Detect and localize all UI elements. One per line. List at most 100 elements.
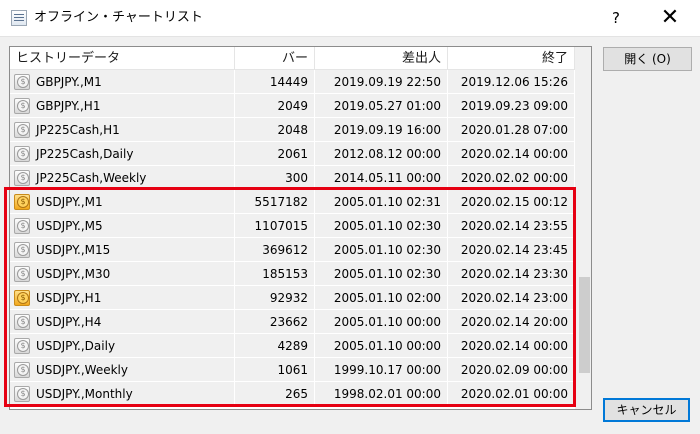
- row-symbol: USDJPY.,Daily: [36, 339, 116, 353]
- row-to: 2020.02.14 00:00: [448, 142, 575, 166]
- table-row[interactable]: GBPJPY.,M1 144492019.09.19 22:502019.12.0…: [10, 70, 575, 94]
- table-row[interactable]: USDJPY.,Daily 42892005.01.10 00:002020.02…: [10, 334, 575, 358]
- chart-icon: [14, 98, 30, 114]
- column-header-to[interactable]: 終了: [448, 47, 575, 70]
- chart-icon: [14, 314, 30, 330]
- row-from: 2005.01.10 00:00: [315, 334, 448, 358]
- row-bars: 2048: [235, 118, 315, 142]
- row-to: 2020.02.14 20:00: [448, 310, 575, 334]
- chart-icon: [14, 338, 30, 354]
- row-symbol-cell: USDJPY.,Daily: [10, 334, 235, 358]
- row-to: 2019.09.23 09:00: [448, 94, 575, 118]
- row-symbol-cell: JP225Cash,H1: [10, 118, 235, 142]
- row-from: 2019.09.19 16:00: [315, 118, 448, 142]
- table-row[interactable]: USDJPY.,M5 11070152005.01.10 02:302020.02…: [10, 214, 575, 238]
- row-to: 2020.01.28 07:00: [448, 118, 575, 142]
- row-symbol-cell: JP225Cash,Daily: [10, 142, 235, 166]
- row-from: 2019.05.27 01:00: [315, 94, 448, 118]
- row-from: 2005.01.10 00:00: [315, 310, 448, 334]
- table-row[interactable]: USDJPY.,H1 929322005.01.10 02:002020.02.1…: [10, 286, 575, 310]
- row-bars: 92932: [235, 286, 315, 310]
- chart-icon: [14, 74, 30, 90]
- window-title: オフライン・チャートリスト: [34, 10, 203, 25]
- row-symbol: USDJPY.,H1: [36, 291, 102, 305]
- close-button[interactable]: ✕: [652, 3, 688, 33]
- row-to: 2020.02.01 00:00: [448, 382, 575, 406]
- title-bar: オフライン・チャートリスト ? ✕: [0, 0, 700, 36]
- row-to: 2020.02.09 00:00: [448, 358, 575, 382]
- window-app-icon: [11, 10, 27, 26]
- row-symbol-cell: GBPJPY.,H1: [10, 94, 235, 118]
- chart-icon: [14, 146, 30, 162]
- row-from: 2019.09.19 22:50: [315, 70, 448, 94]
- row-symbol: USDJPY.,M5: [36, 219, 103, 233]
- table-row[interactable]: GBPJPY.,H1 20492019.05.27 01:002019.09.23…: [10, 94, 575, 118]
- row-symbol: USDJPY.,Weekly: [36, 363, 128, 377]
- gold-chart-icon: [14, 290, 30, 306]
- row-bars: 369612: [235, 238, 315, 262]
- row-to: 2020.02.02 00:00: [448, 166, 575, 190]
- row-bars: 300: [235, 166, 315, 190]
- table-row[interactable]: USDJPY.,M1 55171822005.01.10 02:312020.02…: [10, 190, 575, 214]
- row-symbol-cell: USDJPY.,M30: [10, 262, 235, 286]
- open-button[interactable]: 開く (O): [603, 47, 692, 71]
- row-bars: 5517182: [235, 190, 315, 214]
- gold-chart-icon: [14, 194, 30, 210]
- row-to: 2020.02.15 00:12: [448, 190, 575, 214]
- row-to: 2020.02.14 00:00: [448, 334, 575, 358]
- row-symbol: JP225Cash,Daily: [36, 147, 134, 161]
- row-bars: 4289: [235, 334, 315, 358]
- row-from: 1998.02.01 00:00: [315, 382, 448, 406]
- row-bars: 1107015: [235, 214, 315, 238]
- help-button[interactable]: ?: [604, 6, 628, 30]
- list-header: ヒストリーデータ バー 差出人 終了: [10, 47, 575, 70]
- table-row[interactable]: USDJPY.,M30 1851532005.01.10 02:302020.02…: [10, 262, 575, 286]
- row-bars: 23662: [235, 310, 315, 334]
- chart-icon: [14, 170, 30, 186]
- column-header-history[interactable]: ヒストリーデータ: [10, 47, 235, 70]
- table-row[interactable]: USDJPY.,M15 3696122005.01.10 02:302020.02…: [10, 238, 575, 262]
- chart-icon: [14, 122, 30, 138]
- cancel-button[interactable]: キャンセル: [603, 398, 690, 422]
- row-symbol-cell: USDJPY.,M15: [10, 238, 235, 262]
- row-symbol: USDJPY.,Monthly: [36, 387, 133, 401]
- history-data-list[interactable]: ヒストリーデータ バー 差出人 終了 GBPJPY.,M1144492019.0…: [9, 46, 592, 410]
- row-from: 2012.08.12 00:00: [315, 142, 448, 166]
- chart-icon: [14, 386, 30, 402]
- row-from: 2005.01.10 02:30: [315, 214, 448, 238]
- row-to: 2020.02.14 23:30: [448, 262, 575, 286]
- chart-icon: [14, 362, 30, 378]
- row-bars: 1061: [235, 358, 315, 382]
- table-row[interactable]: USDJPY.,Weekly 10611999.10.17 00:002020.0…: [10, 358, 575, 382]
- column-header-from[interactable]: 差出人: [315, 47, 448, 70]
- row-to: 2020.02.14 23:00: [448, 286, 575, 310]
- row-symbol: USDJPY.,H4: [36, 315, 102, 329]
- row-from: 2005.01.10 02:30: [315, 262, 448, 286]
- row-symbol: JP225Cash,H1: [36, 123, 120, 137]
- table-row[interactable]: JP225Cash,H1 20482019.09.19 16:002020.01.…: [10, 118, 575, 142]
- table-row[interactable]: USDJPY.,Monthly 2651998.02.01 00:002020.0…: [10, 382, 575, 406]
- column-header-bars[interactable]: バー: [235, 47, 315, 70]
- row-symbol: USDJPY.,M1: [36, 195, 103, 209]
- row-symbol-cell: USDJPY.,M5: [10, 214, 235, 238]
- vertical-scrollbar[interactable]: [575, 47, 591, 409]
- table-row[interactable]: JP225Cash,Daily 20612012.08.12 00:002020.…: [10, 142, 575, 166]
- row-bars: 265: [235, 382, 315, 406]
- row-from: 2005.01.10 02:00: [315, 286, 448, 310]
- row-symbol-cell: USDJPY.,M1: [10, 190, 235, 214]
- scrollbar-thumb[interactable]: [579, 277, 590, 373]
- row-symbol-cell: USDJPY.,H1: [10, 286, 235, 310]
- row-symbol: JP225Cash,Weekly: [36, 171, 147, 185]
- row-symbol-cell: USDJPY.,Monthly: [10, 382, 235, 406]
- row-symbol: GBPJPY.,M1: [36, 75, 102, 89]
- row-to: 2020.02.14 23:55: [448, 214, 575, 238]
- row-from: 2005.01.10 02:30: [315, 238, 448, 262]
- chart-icon: [14, 266, 30, 282]
- table-row[interactable]: JP225Cash,Weekly 3002014.05.11 00:002020.…: [10, 166, 575, 190]
- row-from: 1999.10.17 00:00: [315, 358, 448, 382]
- table-row[interactable]: USDJPY.,H4 236622005.01.10 00:002020.02.1…: [10, 310, 575, 334]
- row-from: 2014.05.11 00:00: [315, 166, 448, 190]
- row-symbol-cell: JP225Cash,Weekly: [10, 166, 235, 190]
- chart-icon: [14, 218, 30, 234]
- row-symbol-cell: USDJPY.,Weekly: [10, 358, 235, 382]
